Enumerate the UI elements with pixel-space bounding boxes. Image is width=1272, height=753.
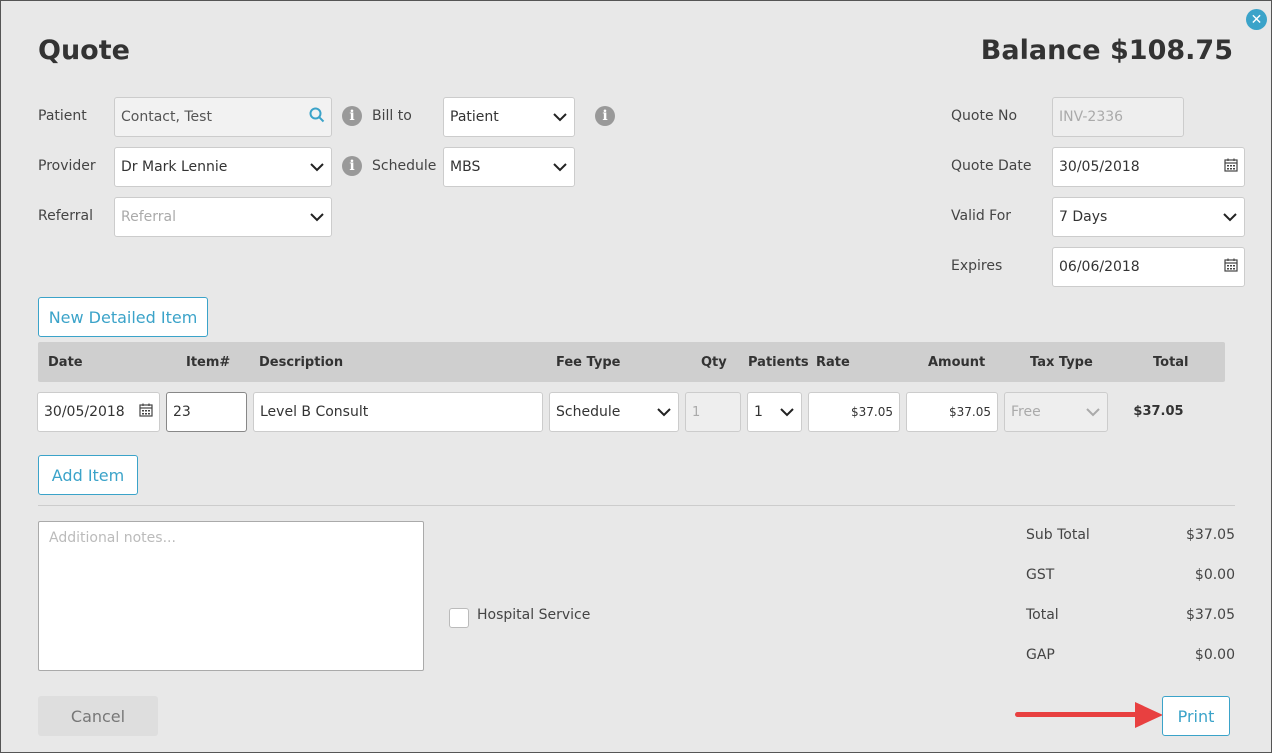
bill-to-select[interactable]: Patient: [443, 97, 575, 137]
row-tax-type-value: Free: [1011, 404, 1041, 420]
row-fee-type-value: Schedule: [556, 404, 621, 420]
total-label: Total: [1026, 607, 1059, 623]
hospital-service-label: Hospital Service: [477, 607, 591, 623]
cancel-button[interactable]: Cancel: [38, 696, 158, 736]
row-amount-value: $37.05: [949, 405, 991, 419]
sub-total-value: $37.05: [1186, 527, 1235, 543]
row-item-value: 23: [173, 404, 191, 420]
grid-header: Date Item# Description Fee Type Qty Pati…: [38, 342, 1225, 382]
col-date: Date: [48, 355, 83, 370]
valid-for-select[interactable]: 7 Days: [1052, 197, 1245, 237]
valid-for-label: Valid For: [951, 208, 1012, 224]
close-icon[interactable]: ✕: [1246, 9, 1267, 30]
balance-display: Balance $108.75: [980, 35, 1233, 66]
print-button[interactable]: Print: [1162, 696, 1230, 736]
chevron-down-icon: [552, 159, 568, 175]
referral-select[interactable]: Referral: [114, 197, 332, 237]
chevron-down-icon: [656, 404, 672, 420]
row-item-input[interactable]: 23: [166, 392, 247, 432]
row-amount-input[interactable]: $37.05: [906, 392, 998, 432]
referral-placeholder: Referral: [121, 209, 176, 225]
expires-label: Expires: [951, 258, 1003, 274]
row-qty-field: 1: [685, 392, 741, 432]
divider: [38, 505, 1235, 506]
schedule-select[interactable]: MBS: [443, 147, 575, 187]
row-date-value: 30/05/2018: [44, 404, 125, 420]
new-detailed-item-button[interactable]: New Detailed Item: [38, 297, 208, 337]
chevron-down-icon: [1222, 209, 1238, 225]
col-item: Item#: [186, 355, 231, 370]
row-qty-value: 1: [692, 404, 701, 420]
row-patients-value: 1: [754, 404, 763, 420]
col-description: Description: [259, 355, 344, 370]
row-total: $37.05: [1133, 404, 1184, 419]
calendar-icon[interactable]: [1224, 258, 1238, 276]
col-patients: Patients: [748, 355, 809, 370]
patient-label: Patient: [38, 108, 87, 124]
valid-for-value: 7 Days: [1059, 209, 1108, 225]
row-date-field[interactable]: 30/05/2018: [37, 392, 160, 432]
quote-date-field[interactable]: 30/05/2018: [1052, 147, 1245, 187]
quote-no-field: INV-2336: [1052, 97, 1184, 137]
row-patients-select[interactable]: 1: [747, 392, 802, 432]
calendar-icon[interactable]: [1224, 158, 1238, 176]
info-icon[interactable]: i: [342, 106, 362, 126]
arrow-right-icon: [1015, 712, 1140, 717]
gap-value: $0.00: [1194, 647, 1235, 663]
quote-date-label: Quote Date: [951, 158, 1032, 174]
total-value: $37.05: [1186, 607, 1235, 623]
col-qty: Qty: [701, 355, 727, 370]
chevron-down-icon: [779, 404, 795, 420]
col-total: Total: [1153, 355, 1189, 370]
chevron-down-icon: [552, 109, 568, 125]
row-fee-type-select[interactable]: Schedule: [549, 392, 679, 432]
expires-field[interactable]: 06/06/2018: [1052, 247, 1245, 287]
col-tax-type: Tax Type: [1030, 355, 1093, 370]
info-icon[interactable]: i: [342, 156, 362, 176]
col-fee-type: Fee Type: [556, 355, 621, 370]
gst-value: $0.00: [1194, 567, 1235, 583]
quote-no-label: Quote No: [951, 108, 1018, 124]
calendar-icon[interactable]: [139, 403, 153, 421]
search-icon[interactable]: [309, 107, 325, 127]
page-title: Quote: [38, 35, 130, 66]
sub-total-label: Sub Total: [1026, 527, 1090, 543]
add-item-button[interactable]: Add Item: [38, 455, 138, 495]
arrow-head: [1135, 702, 1163, 732]
quote-date-value: 30/05/2018: [1059, 159, 1140, 175]
quote-modal: ✕ Quote Balance $108.75 Patient Contact,…: [0, 0, 1272, 753]
referral-label: Referral: [38, 208, 93, 224]
chevron-down-icon: [1085, 404, 1101, 420]
row-description-value: Level B Consult: [260, 404, 369, 420]
hospital-service-checkbox[interactable]: [449, 608, 469, 628]
notes-textarea[interactable]: Additional notes...: [38, 521, 424, 671]
row-rate-input[interactable]: $37.05: [808, 392, 900, 432]
bill-to-label: Bill to: [372, 108, 412, 124]
col-rate: Rate: [816, 355, 850, 370]
chevron-down-icon: [309, 209, 325, 225]
quote-no-value: INV-2336: [1059, 109, 1124, 125]
notes-placeholder: Additional notes...: [49, 530, 176, 546]
expires-value: 06/06/2018: [1059, 259, 1140, 275]
info-icon[interactable]: i: [595, 106, 615, 126]
row-description-input[interactable]: Level B Consult: [253, 392, 543, 432]
row-rate-value: $37.05: [851, 405, 893, 419]
row-tax-type-select: Free: [1004, 392, 1108, 432]
gap-label: GAP: [1026, 647, 1055, 663]
provider-value: Dr Mark Lennie: [121, 159, 228, 175]
provider-select[interactable]: Dr Mark Lennie: [114, 147, 332, 187]
provider-label: Provider: [38, 158, 96, 174]
gst-label: GST: [1026, 567, 1055, 583]
schedule-label: Schedule: [372, 158, 437, 174]
chevron-down-icon: [309, 159, 325, 175]
patient-field[interactable]: Contact, Test: [114, 97, 332, 137]
bill-to-value: Patient: [450, 109, 499, 125]
schedule-value: MBS: [450, 159, 481, 175]
patient-value: Contact, Test: [121, 109, 212, 125]
col-amount: Amount: [928, 355, 986, 370]
